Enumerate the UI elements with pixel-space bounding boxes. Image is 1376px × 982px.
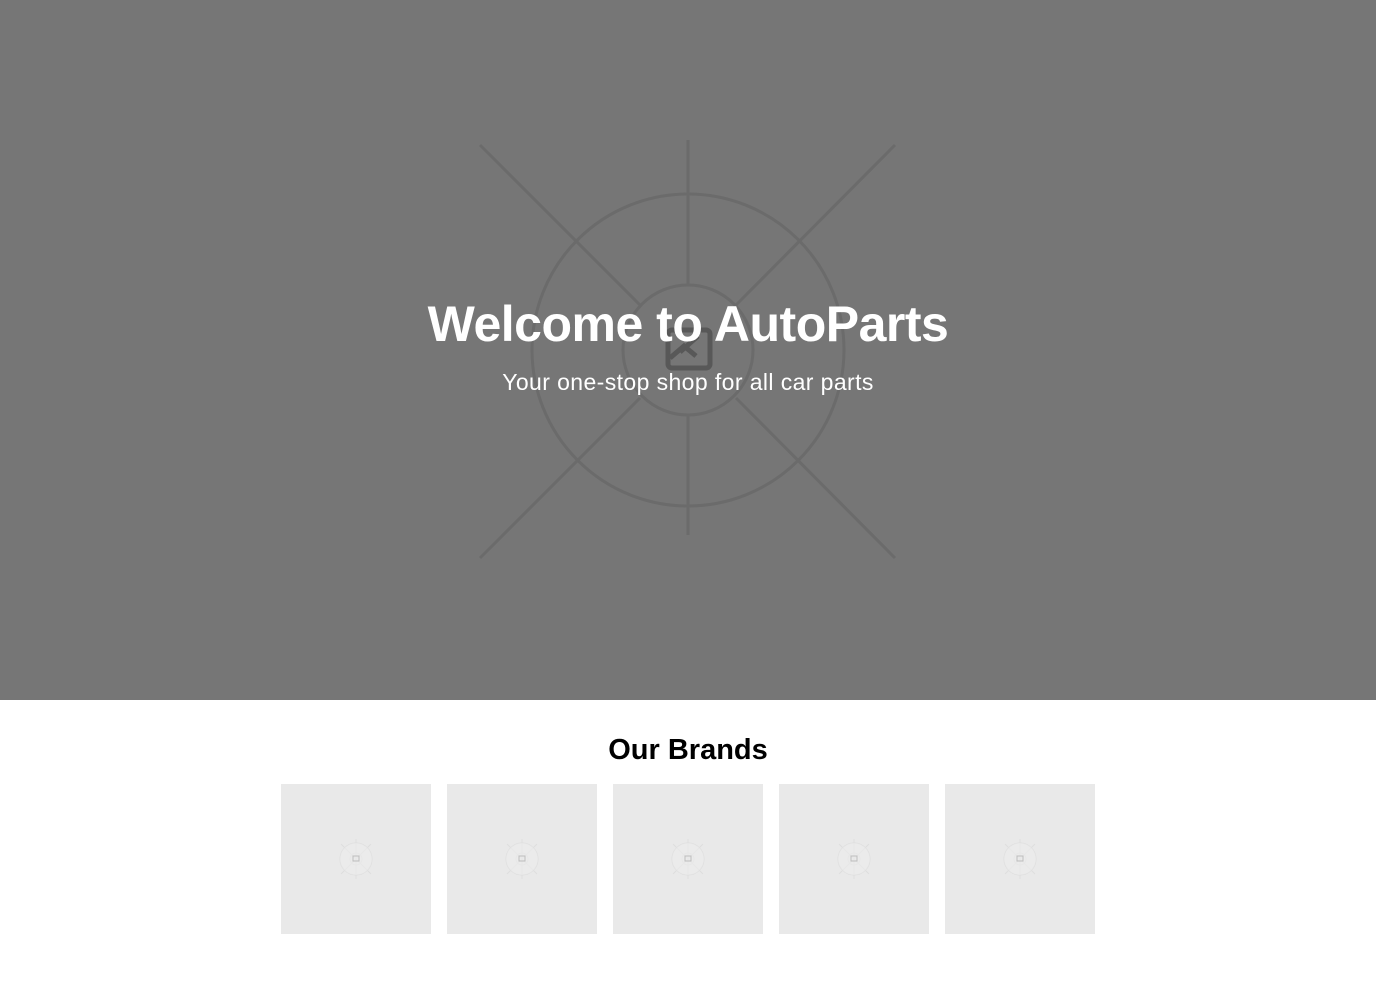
brands-section: Our Brands bbox=[0, 700, 1376, 982]
image-placeholder-icon bbox=[671, 839, 705, 879]
image-placeholder-icon bbox=[339, 839, 373, 879]
image-placeholder-icon bbox=[505, 839, 539, 879]
brand-logo-tile[interactable] bbox=[945, 784, 1095, 934]
brand-logo-row bbox=[281, 784, 1095, 934]
brand-logo-tile[interactable] bbox=[281, 784, 431, 934]
brands-heading: Our Brands bbox=[608, 734, 768, 766]
hero-text-overlay: Welcome to AutoParts Your one-stop shop … bbox=[0, 0, 1376, 700]
hero-subtitle: Your one-stop shop for all car parts bbox=[502, 369, 874, 395]
image-placeholder-icon bbox=[1003, 839, 1037, 879]
hero-title: Welcome to AutoParts bbox=[427, 296, 949, 352]
hero-banner: Welcome to AutoParts Your one-stop shop … bbox=[0, 0, 1376, 700]
brand-logo-tile[interactable] bbox=[447, 784, 597, 934]
image-placeholder-icon bbox=[837, 839, 871, 879]
brand-logo-tile[interactable] bbox=[613, 784, 763, 934]
brand-logo-tile[interactable] bbox=[779, 784, 929, 934]
